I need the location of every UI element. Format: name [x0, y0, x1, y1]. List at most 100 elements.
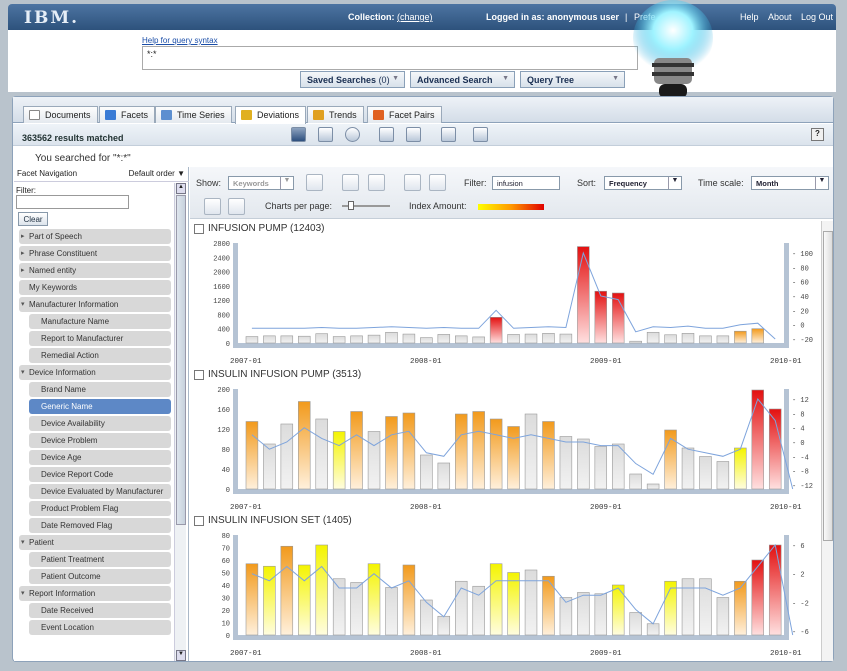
- about-link[interactable]: About: [768, 12, 792, 22]
- deviations-content: Show: Keywords ▼ Filter: infusion Sort: F…: [190, 167, 833, 661]
- tab-deviations[interactable]: Deviations: [235, 106, 307, 124]
- sort-dropdown[interactable]: Frequency ▼: [604, 176, 682, 190]
- advanced-search-button[interactable]: Advanced Search ▼: [410, 71, 515, 88]
- bar: [594, 593, 608, 636]
- sidebar-item[interactable]: Device Report Code: [29, 467, 171, 482]
- bar: [385, 331, 398, 344]
- sidebar-item[interactable]: Remedial Action: [29, 348, 171, 363]
- facet-list: Part of Speech Phrase Constituent Named en…: [19, 229, 171, 637]
- tab-time-series[interactable]: Time Series: [155, 106, 232, 123]
- chart-settings-icon[interactable]: [404, 174, 421, 191]
- bar: [402, 412, 416, 490]
- bar: [664, 334, 677, 344]
- query-syntax-help-link[interactable]: Help for query syntax: [142, 36, 218, 45]
- clear-button[interactable]: Clear: [18, 212, 48, 226]
- bar: [350, 411, 363, 490]
- sidebar-item[interactable]: Patient Outcome: [29, 569, 171, 584]
- bar: [315, 544, 328, 636]
- sidebar-item[interactable]: Patient Treatment: [29, 552, 171, 567]
- sidebar-item[interactable]: Device Age: [29, 450, 171, 465]
- save-icon[interactable]: [291, 127, 306, 142]
- export-icon[interactable]: [318, 127, 333, 142]
- y-axis: [233, 243, 238, 343]
- sidebar-item[interactable]: Manufacturer Information: [19, 297, 171, 312]
- x-axis: [233, 635, 789, 640]
- document-icon: [29, 110, 40, 120]
- sidebar-item[interactable]: Brand Name: [29, 382, 171, 397]
- bar: [559, 436, 573, 490]
- scrollbar-thumb[interactable]: [176, 195, 186, 525]
- sidebar-item[interactable]: Part of Speech: [19, 229, 171, 244]
- bar: [716, 335, 730, 344]
- collapse-all-icon[interactable]: [228, 198, 245, 215]
- bar: [437, 462, 451, 490]
- bar: [664, 580, 677, 636]
- copy-icon[interactable]: [441, 127, 456, 142]
- show-dropdown[interactable]: Keywords ▼: [228, 176, 294, 190]
- chevron-down-icon: ▼: [815, 177, 828, 189]
- query-input[interactable]: *:*: [142, 46, 638, 70]
- scroll-up-icon[interactable]: ▲: [176, 183, 186, 194]
- sidebar-item[interactable]: Generic Name: [29, 399, 171, 414]
- saved-searches-button[interactable]: Saved Searches (0) ▼: [300, 71, 405, 88]
- report-icon[interactable]: [473, 127, 488, 142]
- sidebar-item[interactable]: Device Availability: [29, 416, 171, 431]
- email-icon[interactable]: [406, 127, 421, 142]
- sidebar-item[interactable]: Device Evaluated by Manufacturer: [29, 484, 171, 499]
- change-collection-link[interactable]: (change): [397, 12, 433, 22]
- query-tree-button[interactable]: Query Tree ▼: [520, 71, 625, 88]
- chevron-down-icon: ▼: [612, 75, 619, 82]
- scrollbar-thumb[interactable]: [823, 231, 833, 541]
- bar: [367, 334, 381, 344]
- y2-tick-label: - 40: [792, 294, 809, 302]
- order-dropdown[interactable]: Default order ▼: [129, 169, 185, 178]
- print-icon[interactable]: [379, 127, 394, 142]
- slider-handle[interactable]: [348, 201, 354, 210]
- advanced-search-label: Advanced Search: [417, 75, 493, 85]
- search-summary: You searched for "*:*": [35, 153, 131, 164]
- y-tick-label: 20: [222, 608, 230, 616]
- tab-trends[interactable]: Trends: [307, 106, 364, 123]
- sidebar-item[interactable]: Date Removed Flag: [29, 518, 171, 533]
- x-tick-label: 2008-01: [410, 650, 442, 657]
- y-tick-label: 2800: [213, 241, 230, 249]
- y2-tick-label: - -20: [792, 337, 813, 345]
- sidebar-item[interactable]: Product Problem Flag: [29, 501, 171, 516]
- sidebar-item[interactable]: Report Information: [19, 586, 171, 601]
- logout-link[interactable]: Log Out: [801, 12, 833, 22]
- sidebar-scrollbar[interactable]: ▲ ▼: [174, 183, 186, 661]
- help-icon[interactable]: ?: [811, 128, 824, 141]
- bar: [385, 416, 398, 490]
- chevron-down-icon: ▼: [177, 169, 185, 178]
- sidebar-item[interactable]: Phrase Constituent: [19, 246, 171, 261]
- time-scale-dropdown[interactable]: Month ▼: [751, 176, 829, 190]
- chart-icon[interactable]: [342, 174, 359, 191]
- sidebar-item[interactable]: Report to Manufacturer: [29, 331, 171, 346]
- help-link[interactable]: Help: [740, 12, 759, 22]
- scroll-down-icon[interactable]: ▼: [176, 650, 186, 661]
- sidebar-item[interactable]: Patient: [19, 535, 171, 550]
- tab-documents[interactable]: Documents: [23, 106, 98, 123]
- bar: [646, 483, 660, 490]
- sidebar-item[interactable]: Named entity: [19, 263, 171, 278]
- sidebar-item[interactable]: Event Location: [29, 620, 171, 635]
- filter-input[interactable]: infusion: [492, 176, 560, 190]
- facet-filter-input[interactable]: [16, 195, 129, 209]
- sidebar-item[interactable]: Device Problem: [29, 433, 171, 448]
- sidebar-item[interactable]: Manufacture Name: [29, 314, 171, 329]
- sidebar-item[interactable]: My Keywords: [19, 280, 171, 295]
- bar: [298, 335, 311, 344]
- tab-facet-pairs[interactable]: Facet Pairs: [367, 106, 442, 123]
- tab-facets[interactable]: Facets: [99, 106, 156, 123]
- sidebar-item[interactable]: Device Information: [19, 365, 171, 380]
- charts-scrollbar[interactable]: [821, 221, 833, 661]
- filter-label: Filter:: [16, 186, 36, 195]
- person-icon[interactable]: [429, 174, 446, 191]
- sidebar-item[interactable]: Date Received: [29, 603, 171, 618]
- refresh-icon[interactable]: [345, 127, 360, 142]
- regex-icon[interactable]: [306, 174, 323, 191]
- bar: [699, 578, 712, 636]
- expand-all-icon[interactable]: [204, 198, 221, 215]
- y-tick-label: 0: [226, 633, 230, 641]
- chart-alt-icon[interactable]: [368, 174, 385, 191]
